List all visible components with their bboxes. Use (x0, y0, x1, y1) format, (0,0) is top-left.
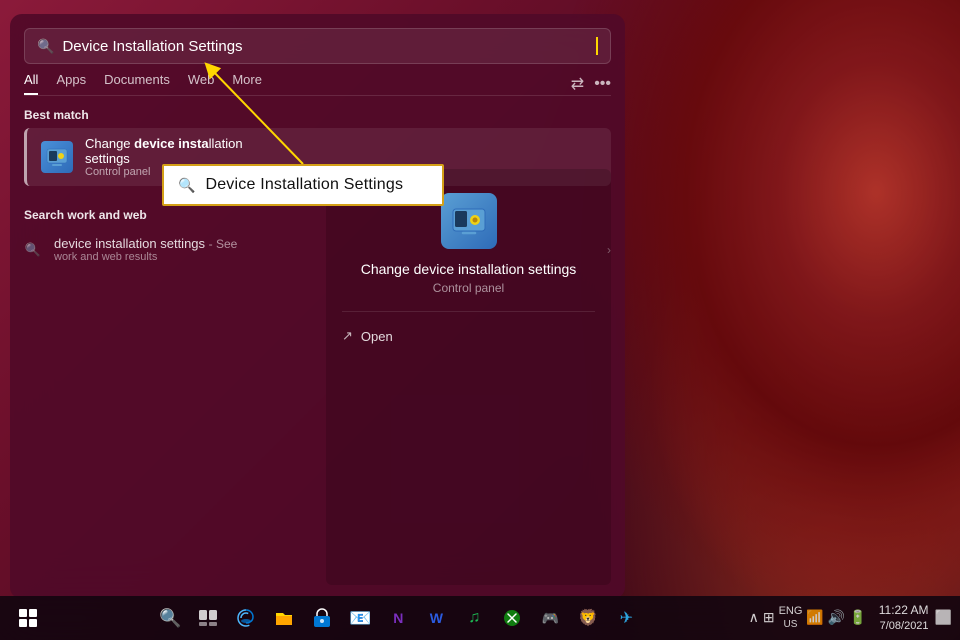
best-match-title: Change device installationsettings (85, 136, 243, 166)
tray-wifi-icon[interactable]: 📶 (806, 609, 823, 626)
best-match-label: Best match (10, 96, 625, 128)
taskbar-store-icon[interactable] (304, 600, 340, 636)
taskbar-xbox-icon[interactable] (494, 600, 530, 636)
tab-actions: ⇄ ••• (571, 74, 611, 94)
right-panel-subtitle: Control panel (342, 281, 595, 295)
language-label: ENG (779, 605, 803, 618)
win-logo-sq-2 (29, 609, 37, 617)
taskbar-taskview-icon[interactable] (190, 600, 226, 636)
taskbar-center: 🔍 (152, 600, 644, 636)
right-panel-app-icon (441, 193, 497, 249)
right-panel-divider (342, 311, 595, 312)
filter-tabs: All Apps Documents Web More ⇄ ••• (10, 64, 625, 95)
taskbar-edge-icon[interactable] (228, 600, 264, 636)
taskbar-onenote-icon[interactable]: N (380, 600, 416, 636)
tab-apps[interactable]: Apps (56, 72, 86, 95)
tab-documents[interactable]: Documents (104, 72, 170, 95)
system-tray: ∧ ⊞ ENG US 📶 🔊 🔋 11:22 AM 7/08/2021 ⬜ (749, 603, 952, 633)
tray-icons: ∧ ⊞ ENG US 📶 🔊 🔋 (749, 605, 867, 630)
tray-network-icon[interactable]: ⊞ (763, 609, 775, 626)
tab-all[interactable]: All (24, 72, 38, 95)
web-search-sub: - See (209, 237, 238, 251)
tab-web[interactable]: Web (188, 72, 215, 95)
taskbar-discord-icon[interactable]: 🎮 (532, 600, 568, 636)
windows-logo (19, 609, 37, 627)
search-bar[interactable]: 🔍 (24, 28, 611, 64)
share-icon[interactable]: ⇄ (571, 74, 584, 94)
taskbar-word-icon[interactable]: W (418, 600, 454, 636)
web-search-item-icon: 🔍 (24, 241, 42, 259)
taskbar-telegram-icon[interactable]: ✈ (608, 600, 644, 636)
more-options-icon[interactable]: ••• (594, 75, 611, 93)
best-match-item-icon (41, 141, 73, 173)
notifications-icon[interactable]: ⬜ (935, 609, 952, 626)
right-panel-open-action[interactable]: ↗ Open (342, 324, 595, 348)
taskbar-explorer-icon[interactable] (266, 600, 302, 636)
clock[interactable]: 11:22 AM 7/08/2021 (879, 603, 929, 633)
win-logo-sq-1 (19, 609, 27, 617)
start-menu: 🔍 All Apps Documents Web More ⇄ ••• Best… (10, 14, 625, 599)
open-action-icon: ↗ (342, 328, 353, 344)
tooltip-text: Device Installation Settings (205, 176, 403, 194)
tray-lang-icon[interactable]: ENG US (779, 605, 803, 630)
lang-block[interactable]: ENG US (779, 605, 803, 630)
time-display: 11:22 AM (879, 603, 929, 619)
taskbar-spotify-icon[interactable]: ♫ (456, 600, 492, 636)
date-display: 7/08/2021 (879, 619, 929, 633)
tooltip-search-icon: 🔍 (178, 177, 195, 194)
open-action-label: Open (361, 329, 393, 344)
win-logo-sq-4 (29, 619, 37, 627)
tab-more[interactable]: More (232, 72, 262, 95)
text-cursor (596, 37, 598, 55)
right-panel-title: Change device installation settings (342, 261, 595, 277)
tray-battery-icon[interactable]: 🔋 (849, 609, 866, 626)
tray-sound-icon[interactable]: 🔊 (828, 609, 845, 626)
taskbar-mail-icon[interactable]: 📧 (342, 600, 378, 636)
right-panel: Change device installation settings Cont… (326, 169, 611, 585)
search-bar-icon: 🔍 (37, 38, 54, 55)
taskbar: 🔍 (0, 596, 960, 640)
start-button[interactable] (8, 598, 48, 638)
tray-up-arrow[interactable]: ∧ (749, 609, 759, 626)
taskbar-search-icon[interactable]: 🔍 (152, 600, 188, 636)
search-input[interactable] (62, 38, 587, 55)
region-label: US (779, 619, 803, 631)
tooltip-callout: 🔍 Device Installation Settings (162, 164, 444, 206)
win-logo-sq-3 (19, 619, 27, 627)
desktop: 🔍 All Apps Documents Web More ⇄ ••• Best… (0, 0, 960, 640)
taskbar-brave-icon[interactable]: 🦁 (570, 600, 606, 636)
